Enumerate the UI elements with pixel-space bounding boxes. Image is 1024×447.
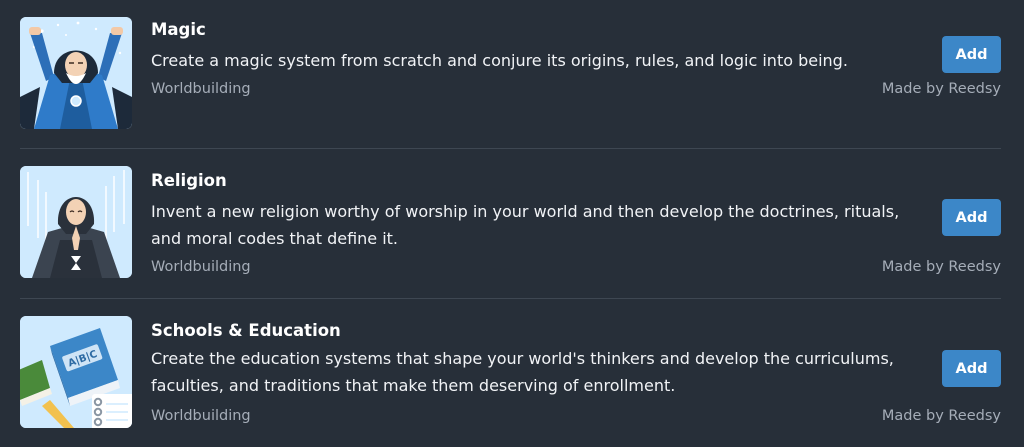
praying-monk-icon: [20, 166, 132, 278]
list-item-magic: Magic Create a magic system from scratch…: [0, 0, 1024, 140]
list-item-religion: Religion Invent a new religion worthy of…: [0, 149, 1024, 289]
item-title: Magic: [151, 20, 206, 39]
abc-book-icon: A|B|C: [20, 316, 132, 428]
item-maker: Made by Reedsy: [881, 81, 1001, 97]
item-title: Religion: [151, 171, 227, 190]
item-title: Schools & Education: [151, 321, 341, 340]
item-category: Worldbuilding: [151, 408, 251, 424]
template-list: Magic Create a magic system from scratch…: [0, 0, 1024, 447]
add-schools-education-button[interactable]: Add: [942, 350, 1001, 387]
item-maker: Made by Reedsy: [881, 259, 1001, 275]
add-magic-button[interactable]: Add: [942, 36, 1001, 73]
item-description: Create a magic system from scratch and c…: [151, 51, 848, 70]
add-religion-button[interactable]: Add: [942, 199, 1001, 236]
item-description: Create the education systems that shape …: [151, 349, 894, 395]
item-category: Worldbuilding: [151, 81, 251, 97]
item-description: Invent a new religion worthy of worship …: [151, 202, 900, 248]
item-maker: Made by Reedsy: [881, 408, 1001, 424]
list-item-schools-education: A|B|C Schools & Education Create the edu…: [0, 299, 1024, 439]
item-category: Worldbuilding: [151, 259, 251, 275]
sorcerer-icon: [20, 17, 132, 129]
